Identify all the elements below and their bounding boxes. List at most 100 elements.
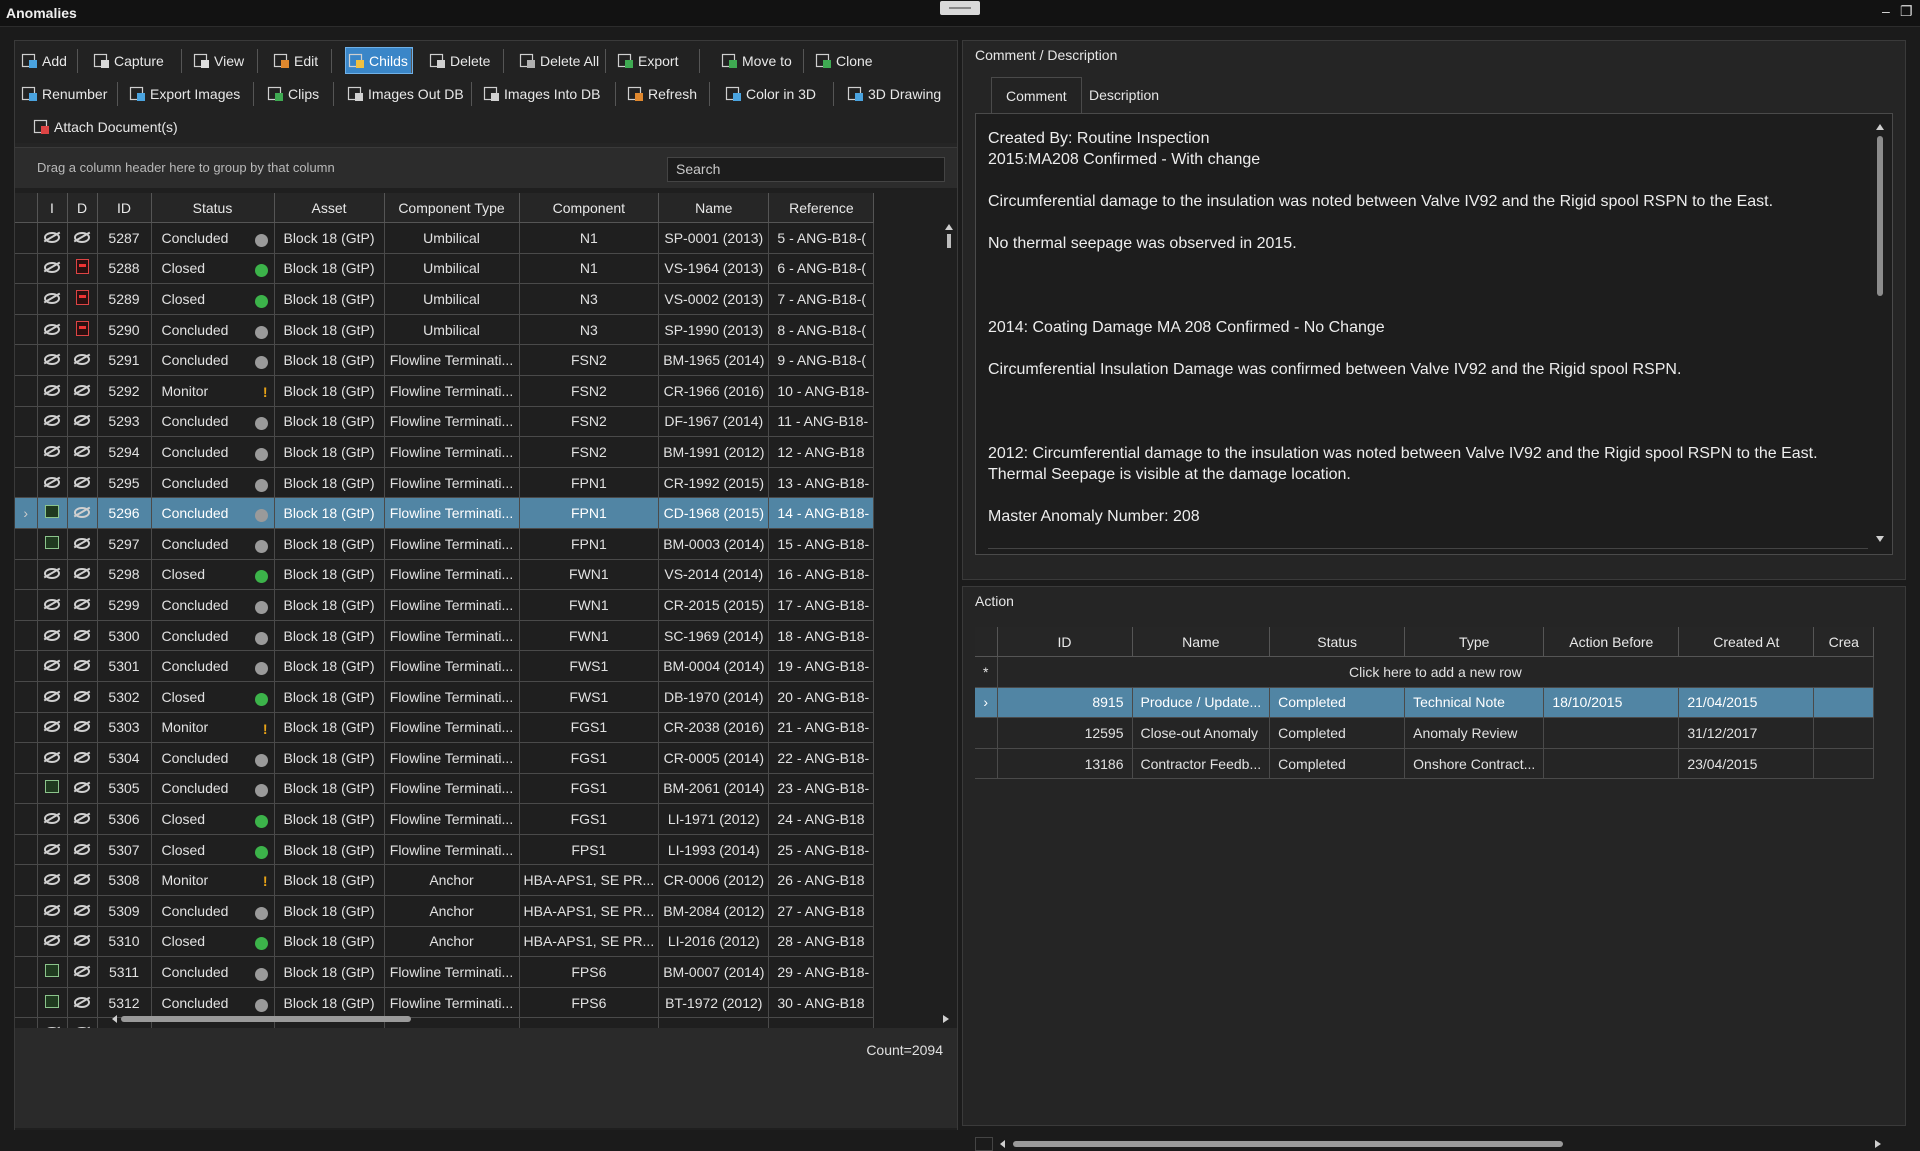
image-flag-cell[interactable] — [37, 864, 68, 897]
hidden-eye-icon[interactable] — [74, 537, 90, 549]
document-flag-cell[interactable] — [67, 283, 98, 315]
search-input[interactable]: Search — [667, 157, 945, 182]
image-flag-cell[interactable] — [37, 406, 68, 438]
row-indicator[interactable] — [15, 895, 38, 927]
table-row[interactable]: 5300 Concluded Block 18 (GtP) Flowline Term… — [15, 620, 875, 652]
hidden-eye-icon[interactable] — [44, 354, 60, 366]
color-in-3d-button[interactable]: Color in 3D — [723, 80, 820, 107]
image-flag-cell[interactable] — [37, 314, 68, 346]
hidden-eye-icon[interactable] — [44, 384, 60, 396]
table-row[interactable]: 5299 Concluded Block 18 (GtP) Flowline Term… — [15, 589, 875, 621]
table-row[interactable]: 12595 Close-out Anomaly Completed Anomaly R… — [975, 717, 1875, 749]
hidden-eye-icon[interactable] — [74, 843, 90, 855]
table-row[interactable]: 5292 Monitor! Block 18 (GtP) Flowline Termi… — [15, 375, 875, 407]
table-row[interactable]: 5309 Concluded Block 18 (GtP) Anchor HBA-APS… — [15, 895, 875, 927]
hidden-eye-icon[interactable] — [74, 231, 90, 243]
edit-button[interactable]: Edit — [271, 47, 322, 74]
column-header-component-type[interactable]: Component Type — [384, 193, 520, 223]
row-indicator[interactable] — [15, 650, 38, 682]
row-indicator[interactable] — [15, 436, 38, 468]
hidden-eye-icon[interactable] — [44, 660, 60, 672]
image-flag-cell[interactable] — [37, 742, 68, 774]
export-button[interactable]: Export — [615, 47, 682, 74]
action-horizontal-scrollbar[interactable] — [975, 1137, 1895, 1151]
row-indicator[interactable] — [15, 467, 38, 499]
new-row-prompt[interactable]: Click here to add a new row — [997, 656, 1875, 688]
table-row[interactable]: 5311 Concluded Block 18 (GtP) Flowline Term… — [15, 956, 875, 988]
hidden-eye-icon[interactable] — [74, 476, 90, 488]
image-flag-cell[interactable] — [37, 497, 68, 529]
restore-icon[interactable]: ❐ — [1900, 3, 1913, 20]
table-row[interactable]: › 5296 Concluded Block 18 (GtP) Flowline Ter… — [15, 497, 875, 529]
hidden-eye-icon[interactable] — [44, 843, 60, 855]
image-icon[interactable] — [45, 535, 59, 549]
document-flag-cell[interactable] — [67, 467, 98, 499]
images-into-db-button[interactable]: Images Into DB — [481, 80, 605, 107]
hidden-eye-icon[interactable] — [44, 904, 60, 916]
hidden-eye-icon[interactable] — [44, 568, 60, 580]
hidden-eye-icon[interactable] — [74, 629, 90, 641]
scroll-thumb[interactable] — [1013, 1141, 1563, 1147]
image-flag-cell[interactable] — [37, 650, 68, 682]
pdf-icon[interactable] — [75, 289, 89, 305]
hidden-eye-icon[interactable] — [74, 568, 90, 580]
document-flag-cell[interactable] — [67, 314, 98, 346]
document-flag-cell[interactable] — [67, 528, 98, 560]
childs-button[interactable]: Childs — [345, 47, 413, 74]
table-row[interactable]: 5294 Concluded Block 18 (GtP) Flowline Term… — [15, 436, 875, 468]
row-indicator[interactable] — [15, 314, 38, 346]
row-indicator[interactable] — [15, 559, 38, 591]
hidden-eye-icon[interactable] — [74, 384, 90, 396]
document-flag-cell[interactable] — [67, 497, 98, 529]
image-flag-cell[interactable] — [37, 803, 68, 835]
hidden-eye-icon[interactable] — [74, 751, 90, 763]
delete-all-button[interactable]: Delete All — [517, 47, 603, 74]
scroll-thumb[interactable] — [121, 1016, 411, 1022]
table-row[interactable]: 5301 Concluded Block 18 (GtP) Flowline Term… — [15, 650, 875, 682]
table-row[interactable]: 5306 Closed Block 18 (GtP) Flowline Termina… — [15, 803, 875, 835]
hidden-eye-icon[interactable] — [44, 445, 60, 457]
hidden-eye-icon[interactable] — [74, 507, 90, 519]
image-flag-cell[interactable] — [37, 712, 68, 744]
image-flag-cell[interactable] — [37, 283, 68, 315]
row-indicator[interactable] — [15, 528, 38, 560]
images-out-db-button[interactable]: Images Out DB — [345, 80, 468, 107]
hidden-eye-icon[interactable] — [44, 231, 60, 243]
move-to-button[interactable]: Move to — [719, 47, 796, 74]
table-row[interactable]: 5305 Concluded Block 18 (GtP) Flowline Term… — [15, 773, 875, 805]
table-row[interactable]: 5298 Closed Block 18 (GtP) Flowline Termina… — [15, 559, 875, 591]
column-header-id[interactable]: ID — [97, 193, 152, 223]
hidden-eye-icon[interactable] — [74, 660, 90, 672]
hidden-eye-icon[interactable] — [74, 935, 90, 947]
column-header-status[interactable]: Status — [151, 193, 275, 223]
image-flag-cell[interactable] — [37, 253, 68, 285]
document-flag-cell[interactable] — [67, 803, 98, 835]
hidden-eye-icon[interactable] — [74, 813, 90, 825]
action-column-status[interactable]: Status — [1269, 627, 1406, 657]
row-indicator[interactable] — [15, 803, 38, 835]
pdf-icon[interactable] — [75, 259, 89, 275]
hidden-eye-icon[interactable] — [74, 721, 90, 733]
image-flag-cell[interactable] — [37, 895, 68, 927]
image-flag-cell[interactable] — [37, 926, 68, 958]
table-row[interactable]: 5308 Monitor! Block 18 (GtP) Anchor HBA-APS1… — [15, 864, 875, 897]
document-flag-cell[interactable] — [67, 650, 98, 682]
document-flag-cell[interactable] — [67, 375, 98, 407]
document-flag-cell[interactable] — [67, 344, 98, 376]
tab-description[interactable]: Description — [1075, 77, 1173, 113]
image-flag-cell[interactable] — [37, 222, 68, 254]
action-column-created-at[interactable]: Created At — [1678, 627, 1815, 657]
hidden-eye-icon[interactable] — [44, 323, 60, 335]
column-header-i[interactable]: I — [37, 193, 68, 223]
scroll-thumb[interactable] — [1877, 136, 1883, 296]
column-header-d[interactable]: D — [67, 193, 98, 223]
hidden-eye-icon[interactable] — [44, 751, 60, 763]
document-flag-cell[interactable] — [67, 987, 98, 1019]
image-icon[interactable] — [45, 505, 59, 519]
new-row[interactable]: * Click here to add a new row — [975, 656, 1875, 688]
table-row[interactable]: 5297 Concluded Block 18 (GtP) Flowline Term… — [15, 528, 875, 560]
pdf-icon[interactable] — [75, 320, 89, 336]
table-row[interactable]: 5295 Concluded Block 18 (GtP) Flowline Term… — [15, 467, 875, 499]
hidden-eye-icon[interactable] — [44, 292, 60, 304]
hidden-eye-icon[interactable] — [74, 966, 90, 978]
